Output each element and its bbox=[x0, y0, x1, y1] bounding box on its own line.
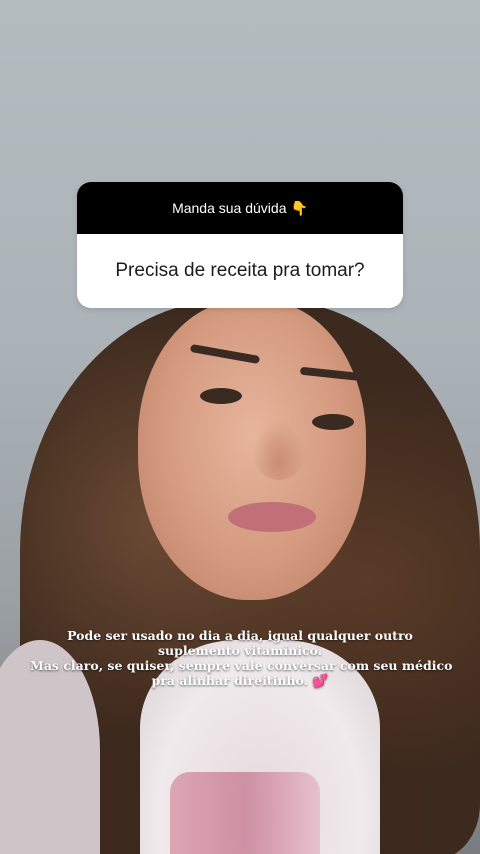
two-hearts-icon: 💕 bbox=[312, 674, 329, 689]
story-view: Manda sua dúvida 👇 Precisa de receita pr… bbox=[0, 0, 480, 854]
background-photo-right-eye bbox=[312, 414, 354, 430]
background-photo-left-eye bbox=[200, 388, 242, 404]
background-photo-shirt-print bbox=[170, 772, 320, 854]
question-sticker-header: Manda sua dúvida 👇 bbox=[77, 182, 403, 234]
background-photo-mouth bbox=[228, 502, 316, 532]
caption-line: Mas claro, se quiser, sempre vale conver… bbox=[30, 658, 453, 673]
question-sticker-body: Precisa de receita pra tomar? bbox=[77, 234, 403, 308]
question-sticker[interactable]: Manda sua dúvida 👇 Precisa de receita pr… bbox=[77, 182, 403, 308]
caption-line: Pode ser usado no dia a dia, igual qualq… bbox=[67, 628, 413, 643]
caption-line-last: pra alinhar direitinho. 💕 bbox=[30, 673, 450, 689]
question-sticker-header-label: Manda sua dúvida bbox=[172, 200, 287, 216]
caption-line-text: pra alinhar direitinho. bbox=[151, 673, 308, 688]
pointing-down-icon: 👇 bbox=[290, 200, 308, 216]
caption-line: suplemento vitamínico. bbox=[157, 643, 323, 658]
question-text: Precisa de receita pra tomar? bbox=[115, 260, 365, 281]
background-photo-nose bbox=[252, 420, 306, 480]
answer-caption: Pode ser usado no dia a dia, igual qualq… bbox=[30, 628, 453, 689]
